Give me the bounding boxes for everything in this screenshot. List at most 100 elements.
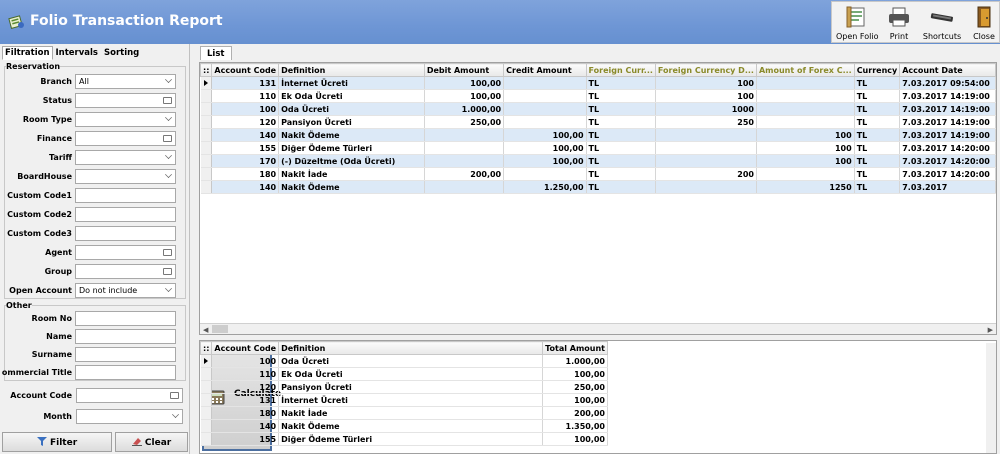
column-header-foreign-curr[interactable]: Foreign Curr...	[585, 63, 656, 77]
table-row[interactable]: 131 İnternet Ücreti 100,00 TL 100 TL 7.03.2017…	[200, 76, 996, 90]
summary-vertical-scrollbar[interactable]	[986, 343, 996, 453]
scroll-right-icon[interactable]: ▶	[988, 326, 993, 334]
cell-account-code: 131	[211, 76, 280, 90]
picker-icon[interactable]	[163, 97, 172, 104]
group-field[interactable]	[75, 264, 176, 279]
scroll-left-icon[interactable]: ◀	[203, 326, 208, 334]
tab-intervals[interactable]: Intervals	[53, 46, 101, 60]
cell-definition: Nakit Ödeme	[278, 128, 425, 142]
cell-amount-of-forex-c	[756, 167, 855, 181]
tab-sorting[interactable]: Sorting	[101, 46, 142, 60]
table-row[interactable]: 155 Diğer Ödeme Türleri 100,00 TL 100 TL 7.03.…	[200, 141, 996, 155]
room-no-field[interactable]	[75, 311, 176, 326]
name-field[interactable]	[75, 329, 176, 344]
status-label: Status	[42, 96, 72, 105]
cell-credit-amount: 100,00	[503, 141, 587, 155]
row-indicator	[200, 115, 213, 129]
summary-cell-definition: Nakit İade	[278, 406, 544, 420]
current-row-arrow-icon	[203, 80, 208, 86]
branch-dropdown[interactable]: All	[75, 74, 176, 89]
table-row[interactable]: 110 Ek Oda Ücreti 100,00 TL 100 TL 7.03.2017 1…	[200, 89, 996, 103]
table-row[interactable]: 180 Nakit İade 200,00 TL 200 TL 7.03.2017 14:2…	[200, 167, 996, 181]
table-row[interactable]: 140 Nakit Ödeme 100,00 TL 100 TL 7.03.2017 14:…	[200, 128, 996, 142]
status-field[interactable]	[75, 93, 176, 108]
summary-row[interactable]: 180 Nakit İade 200,00	[200, 406, 608, 420]
table-row[interactable]: 120 Pansiyon Ücreti 250,00 TL 250 TL 7.03.2017…	[200, 115, 996, 129]
cell-foreign-currency-d	[655, 141, 757, 155]
cell-currency: TL	[854, 102, 901, 116]
boardhouse-dropdown[interactable]	[75, 169, 176, 184]
column-header-definition[interactable]: Definition	[278, 63, 425, 77]
table-row[interactable]: 170 (-) Düzeltme (Oda Ücreti) 100,00 TL 100 T…	[200, 154, 996, 168]
custom-code3-label: Custom Code3	[7, 229, 72, 238]
cell-credit-amount	[503, 102, 587, 116]
month-dropdown[interactable]	[76, 409, 183, 424]
summary-row[interactable]: 140 Nakit Ödeme 1.350,00	[200, 419, 608, 433]
summary-row[interactable]: 131 İnternet Ücreti 100,00	[200, 393, 608, 407]
surname-field[interactable]	[75, 347, 176, 362]
cell-currency: TL	[854, 141, 901, 155]
cell-account-date: 7.03.2017	[899, 180, 996, 194]
cell-amount-of-forex-c: 100	[756, 141, 855, 155]
picker-icon[interactable]	[163, 135, 172, 142]
cell-currency: TL	[854, 167, 901, 181]
cell-account-date: 7.03.2017 14:20:00	[899, 167, 996, 181]
picker-icon[interactable]	[170, 392, 179, 399]
filter-row-custom-code1: Custom Code1	[0, 188, 184, 204]
shortcuts-button[interactable]: Shortcuts	[920, 6, 964, 44]
column-header-debit-amount[interactable]: Debit Amount	[423, 63, 505, 77]
summary-column-header-definition[interactable]: Definition	[278, 341, 544, 355]
custom-code2-label: Custom Code2	[7, 210, 72, 219]
row-indicator	[200, 128, 213, 142]
custom-code2-field[interactable]	[75, 207, 176, 222]
ommercial-title-field[interactable]	[75, 365, 176, 380]
horizontal-scrollbar[interactable]: ◀ ▶	[200, 323, 996, 334]
finance-field[interactable]	[75, 131, 176, 146]
row-indicator	[200, 432, 213, 446]
column-header-credit-amount[interactable]: Credit Amount	[503, 63, 587, 77]
custom-code3-field[interactable]	[75, 226, 176, 241]
filter-button[interactable]: Filter	[2, 432, 112, 452]
column-header-currency[interactable]: Currency	[853, 63, 901, 77]
cell-definition: Oda Ücreti	[278, 102, 425, 116]
summary-cell-definition: Oda Ücreti	[278, 354, 544, 368]
tab-filtration[interactable]: Filtration	[2, 46, 53, 60]
column-header-account-code[interactable]: Account Code	[211, 63, 280, 77]
room-type-dropdown[interactable]	[75, 112, 176, 127]
cell-debit-amount: 100,00	[424, 89, 505, 103]
account-code-field[interactable]	[76, 388, 183, 403]
filter-row-custom-code2: Custom Code2	[0, 207, 184, 223]
summary-cell-definition: Pansiyon Ücreti	[278, 380, 544, 394]
open-folio-button[interactable]: Open Folio	[836, 6, 878, 44]
summary-row[interactable]: 155 Diğer Ödeme Türleri 100,00	[200, 432, 608, 446]
summary-row[interactable]: 110 Ek Oda Ücreti 100,00	[200, 367, 608, 381]
close-button[interactable]: Close	[970, 6, 998, 44]
agent-field[interactable]	[75, 245, 176, 260]
summary-row[interactable]: 100 Oda Ücreti 1.000,00	[200, 354, 608, 368]
summary-row[interactable]: 120 Pansiyon Ücreti 250,00	[200, 380, 608, 394]
table-row[interactable]: 100 Oda Ücreti 1.000,00 TL 1000 TL 7.03.2017 1…	[200, 102, 996, 116]
cell-amount-of-forex-c: 100	[756, 154, 855, 168]
cell-foreign-currency-d: 100	[655, 76, 757, 90]
summary-column-header-total-amount[interactable]: Total Amount	[542, 341, 608, 355]
scroll-thumb[interactable]	[212, 325, 228, 333]
print-button[interactable]: Print	[882, 6, 916, 44]
summary-column-header-account-code[interactable]: Account Code	[211, 341, 280, 355]
cell-account-date: 7.03.2017 14:19:00	[899, 115, 996, 129]
filter-row-tariff: Tariff	[0, 150, 184, 166]
picker-icon[interactable]	[163, 268, 172, 275]
tariff-dropdown[interactable]	[75, 150, 176, 165]
column-header-amount-of-forex-c[interactable]: Amount of Forex C...	[755, 63, 855, 77]
tab-list[interactable]: List	[200, 46, 232, 60]
custom-code1-field[interactable]	[75, 188, 176, 203]
cell-credit-amount: 1.250,00	[503, 180, 587, 194]
picker-icon[interactable]	[163, 249, 172, 256]
clear-button[interactable]: Clear	[115, 432, 188, 452]
cell-currency: TL	[854, 128, 901, 142]
column-header-foreign-currency-d[interactable]: Foreign Currency D...	[654, 63, 757, 77]
open-account-dropdown[interactable]: Do not include	[75, 283, 176, 298]
room-no-label: Room No	[31, 314, 72, 323]
table-row[interactable]: 140 Nakit Ödeme 1.250,00 TL 1250 TL 7.03.2017	[200, 180, 996, 194]
door-close-icon	[977, 6, 991, 28]
column-header-account-date[interactable]: Account Date	[899, 63, 996, 77]
